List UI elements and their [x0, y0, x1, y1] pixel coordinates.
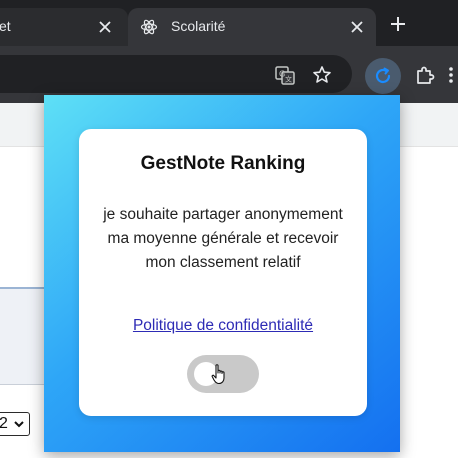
- tab-label: et: [0, 18, 11, 34]
- extensions-button[interactable]: [411, 61, 439, 89]
- close-tab-button[interactable]: [344, 14, 370, 40]
- react-atom-icon: [140, 19, 158, 35]
- tab-scolarite[interactable]: Scolarité: [128, 8, 376, 46]
- extension-refresh-icon: [375, 67, 391, 84]
- extension-popup: GestNote Ranking je souhaite partager an…: [44, 95, 400, 452]
- tab-label: Scolarité: [171, 18, 226, 34]
- tab-previous[interactable]: et: [0, 8, 128, 46]
- bookmark-button[interactable]: [308, 61, 336, 89]
- popup-description: je souhaite partager anonymement ma moye…: [103, 206, 343, 271]
- page-select-value: 2: [0, 415, 8, 432]
- new-tab-button[interactable]: [384, 10, 412, 38]
- puzzle-icon: [417, 66, 435, 84]
- plus-icon: [391, 17, 405, 31]
- address-bar[interactable]: [0, 55, 352, 93]
- menu-icon: [449, 67, 453, 83]
- chevron-down-icon: [14, 421, 24, 428]
- star-icon: [313, 66, 331, 83]
- browser-menu-button[interactable]: [441, 61, 458, 89]
- close-icon: [351, 21, 363, 33]
- hand-cursor-icon: [211, 364, 225, 385]
- popup-card: GestNote Ranking je souhaite partager an…: [79, 129, 367, 416]
- page-select[interactable]: 2: [0, 412, 30, 436]
- close-icon: [99, 21, 111, 33]
- privacy-policy-link[interactable]: Politique de confidentialité: [79, 317, 367, 335]
- svg-text:文: 文: [285, 75, 292, 84]
- translate-button[interactable]: G 文: [271, 61, 299, 89]
- translate-icon: G 文: [275, 66, 295, 85]
- tab-strip: et Scolarité: [0, 0, 458, 46]
- close-tab-button[interactable]: [92, 14, 118, 40]
- gestnote-extension-button[interactable]: [365, 58, 401, 94]
- popup-title: GestNote Ranking: [140, 153, 306, 174]
